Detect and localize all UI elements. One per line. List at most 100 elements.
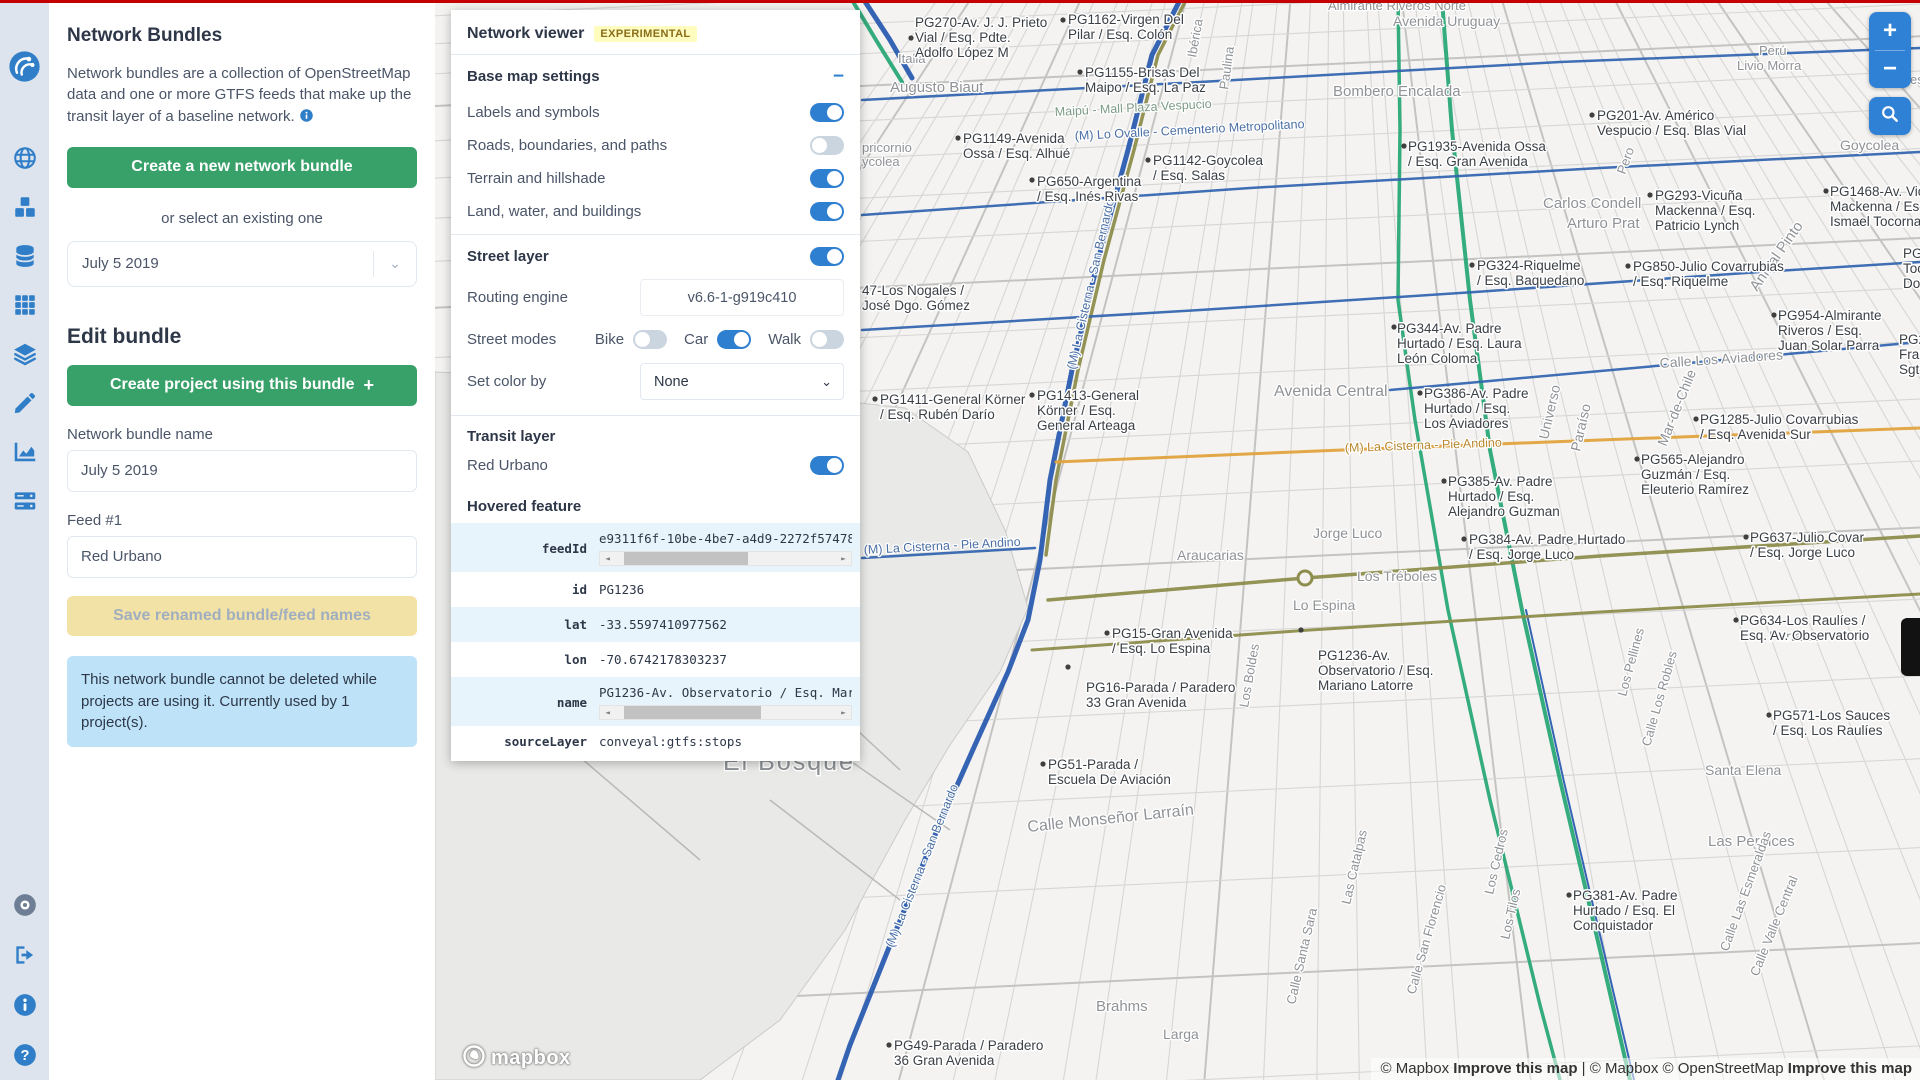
scroll-left-arrow[interactable]: ◄	[600, 552, 615, 565]
map-label: Los Tréboles	[1357, 568, 1437, 584]
layers-icon[interactable]	[12, 341, 38, 367]
toggle-row-terrain: Terrain and hillshade	[451, 162, 860, 195]
mapbox-logo-text: mapbox	[491, 1047, 571, 1070]
roads-toggle[interactable]	[810, 136, 844, 155]
feature-table: feedId e9311f6f-10be-4be7-a4d9-2272f5747…	[451, 523, 860, 761]
horizontal-scrollbar[interactable]: ◄ ►	[599, 551, 852, 566]
analysis-chart-icon[interactable]	[12, 439, 38, 465]
terrain-toggle[interactable]	[810, 169, 844, 188]
regional-analyses-server-icon[interactable]	[12, 488, 38, 514]
table-row-name: name PG1236-Av. Observatorio / Esq. Mari…	[451, 677, 860, 726]
walk-mode-toggle[interactable]	[810, 330, 844, 349]
horizontal-scrollbar[interactable]: ◄ ►	[599, 705, 852, 720]
map-label: Avenida Uruguay	[1393, 13, 1500, 29]
loading-bar	[0, 0, 1920, 3]
create-bundle-button[interactable]: Create a new network bundle	[67, 147, 417, 188]
network-viewer-panel: Network viewer EXPERIMENTAL Base map set…	[451, 10, 860, 761]
attribution-mapbox: © Mapbox	[1381, 1060, 1450, 1077]
table-row-lon: lon -70.6742178303237	[451, 642, 860, 677]
table-row-sourcelayer: sourceLayer conveyal:gtfs:stops	[451, 726, 860, 761]
sidebar: ?	[0, 0, 49, 1080]
map-attribution: © Mapbox Improve this map | © Mapbox © O…	[1371, 1058, 1920, 1080]
page-title: Network Bundles	[67, 25, 417, 47]
map-label: Goycolea	[1840, 137, 1899, 153]
table-row-feedid: feedId e9311f6f-10be-4be7-a4d9-2272f5747…	[451, 523, 860, 572]
attribution-osm: © Mapbox © OpenStreetMap	[1590, 1060, 1784, 1077]
region-globe-icon[interactable]	[12, 145, 38, 171]
edit-bundle-title: Edit bundle	[67, 325, 417, 349]
chevron-down-icon: ⌄	[374, 255, 416, 272]
info-icon[interactable]	[12, 992, 38, 1018]
scroll-right-arrow[interactable]: ►	[836, 706, 851, 719]
opportunity-datasets-icon[interactable]	[12, 243, 38, 269]
create-project-button[interactable]: Create project using this bundle +	[67, 365, 417, 406]
car-mode-label: Car	[684, 331, 708, 348]
collapse-section-button[interactable]: −	[833, 67, 844, 86]
or-select-label: or select an existing one	[67, 210, 417, 227]
improve-map-link[interactable]: Improve this map	[1453, 1060, 1577, 1077]
search-icon	[1880, 104, 1900, 129]
bike-mode-toggle[interactable]	[633, 330, 667, 349]
map-label: ycolea	[862, 154, 900, 169]
transit-feed-name: Red Urbano	[467, 457, 548, 474]
zoom-in-button[interactable]: +	[1869, 12, 1911, 50]
map-zoom-control: + −	[1869, 12, 1911, 88]
mapbox-logo-icon	[462, 1044, 486, 1073]
street-layer-title: Street layer	[467, 248, 549, 265]
scroll-right-arrow[interactable]: ►	[836, 552, 851, 565]
delete-warning-alert: This network bundle cannot be deleted wh…	[67, 656, 417, 747]
map-label: PG324-Riquelme/ Esq. Baquedano	[1477, 258, 1584, 288]
car-mode-toggle[interactable]	[717, 330, 751, 349]
map-label: PG1TocDor	[1903, 246, 1920, 291]
table-row-id: id PG1236	[451, 572, 860, 607]
map-search-button[interactable]	[1869, 97, 1911, 135]
network-bundles-icon[interactable]	[12, 194, 38, 220]
status-dot-icon[interactable]	[12, 892, 38, 918]
map-label: Las Perdices	[1708, 833, 1795, 850]
experimental-badge: EXPERIMENTAL	[594, 26, 696, 42]
sidebar-bottom-icons: ?	[12, 892, 38, 1068]
svg-text:?: ?	[20, 1048, 29, 1064]
color-by-select[interactable]: None ⌄	[640, 363, 844, 400]
sign-out-icon[interactable]	[12, 942, 38, 968]
map-label: pricornio	[862, 140, 912, 155]
transit-feed-toggle[interactable]	[810, 456, 844, 475]
routing-engine-value[interactable]: v6.6-1-g919c410	[640, 279, 844, 316]
bundle-select[interactable]: July 5 2019 ⌄	[67, 241, 417, 287]
labels-symbols-toggle[interactable]	[810, 103, 844, 122]
map-label: Augusto Biaut	[890, 79, 984, 96]
feed-label: Feed #1	[67, 512, 417, 529]
map-label: Carlos Condell	[1543, 195, 1641, 212]
map-label: PG29FrancSgto	[1899, 332, 1920, 377]
walk-mode-label: Walk	[768, 331, 801, 348]
transit-feed-row: Red Urbano	[451, 449, 860, 482]
help-question-icon[interactable]: ?	[12, 1042, 38, 1068]
map-label: Perú	[1759, 43, 1786, 58]
map-label: PG1149-AvenidaOssa / Esq. Alhué	[963, 131, 1070, 161]
chevron-down-icon: ⌄	[821, 374, 843, 390]
map-label: PG1162-Virgen DelPilar / Esq. Colón	[1068, 12, 1184, 42]
projects-grid-icon[interactable]	[12, 292, 38, 318]
bundle-name-label: Network bundle name	[67, 426, 417, 443]
feed-name-input[interactable]: Red Urbano	[67, 536, 417, 578]
map-label: PG634-Los Raulíes /Esq. Av. Observatorio	[1740, 613, 1869, 643]
edit-pencil-icon[interactable]	[12, 390, 38, 416]
bundle-name-input[interactable]: July 5 2019	[67, 450, 417, 492]
land-water-toggle[interactable]	[810, 202, 844, 221]
map-label: PG1155-Brisas DelMaipo / Esq. La Paz	[1085, 65, 1206, 95]
bundle-select-value: July 5 2019	[68, 255, 373, 272]
map-label: PG1935-Avenida Ossa/ Esq. Gran Avenida	[1408, 139, 1546, 169]
save-names-button[interactable]: Save renamed bundle/feed names	[67, 596, 417, 636]
zoom-out-button[interactable]: −	[1869, 51, 1911, 89]
color-by-value: None	[641, 374, 821, 390]
conveyal-logo-icon[interactable]	[8, 50, 41, 83]
map-label: Bombero Encalada	[1333, 83, 1461, 100]
map-label: 47-Los Nogales /José Dgo. Gómez	[862, 283, 970, 313]
improve-map-link-2[interactable]: Improve this map	[1788, 1060, 1912, 1077]
base-map-settings-title: Base map settings	[467, 68, 600, 85]
mapbox-logo[interactable]: mapbox	[462, 1044, 571, 1073]
street-layer-toggle[interactable]	[810, 247, 844, 266]
scroll-left-arrow[interactable]: ◄	[600, 706, 615, 719]
street-modes-row: Street modes Bike Car Walk	[451, 323, 860, 356]
info-icon[interactable]	[299, 108, 314, 123]
